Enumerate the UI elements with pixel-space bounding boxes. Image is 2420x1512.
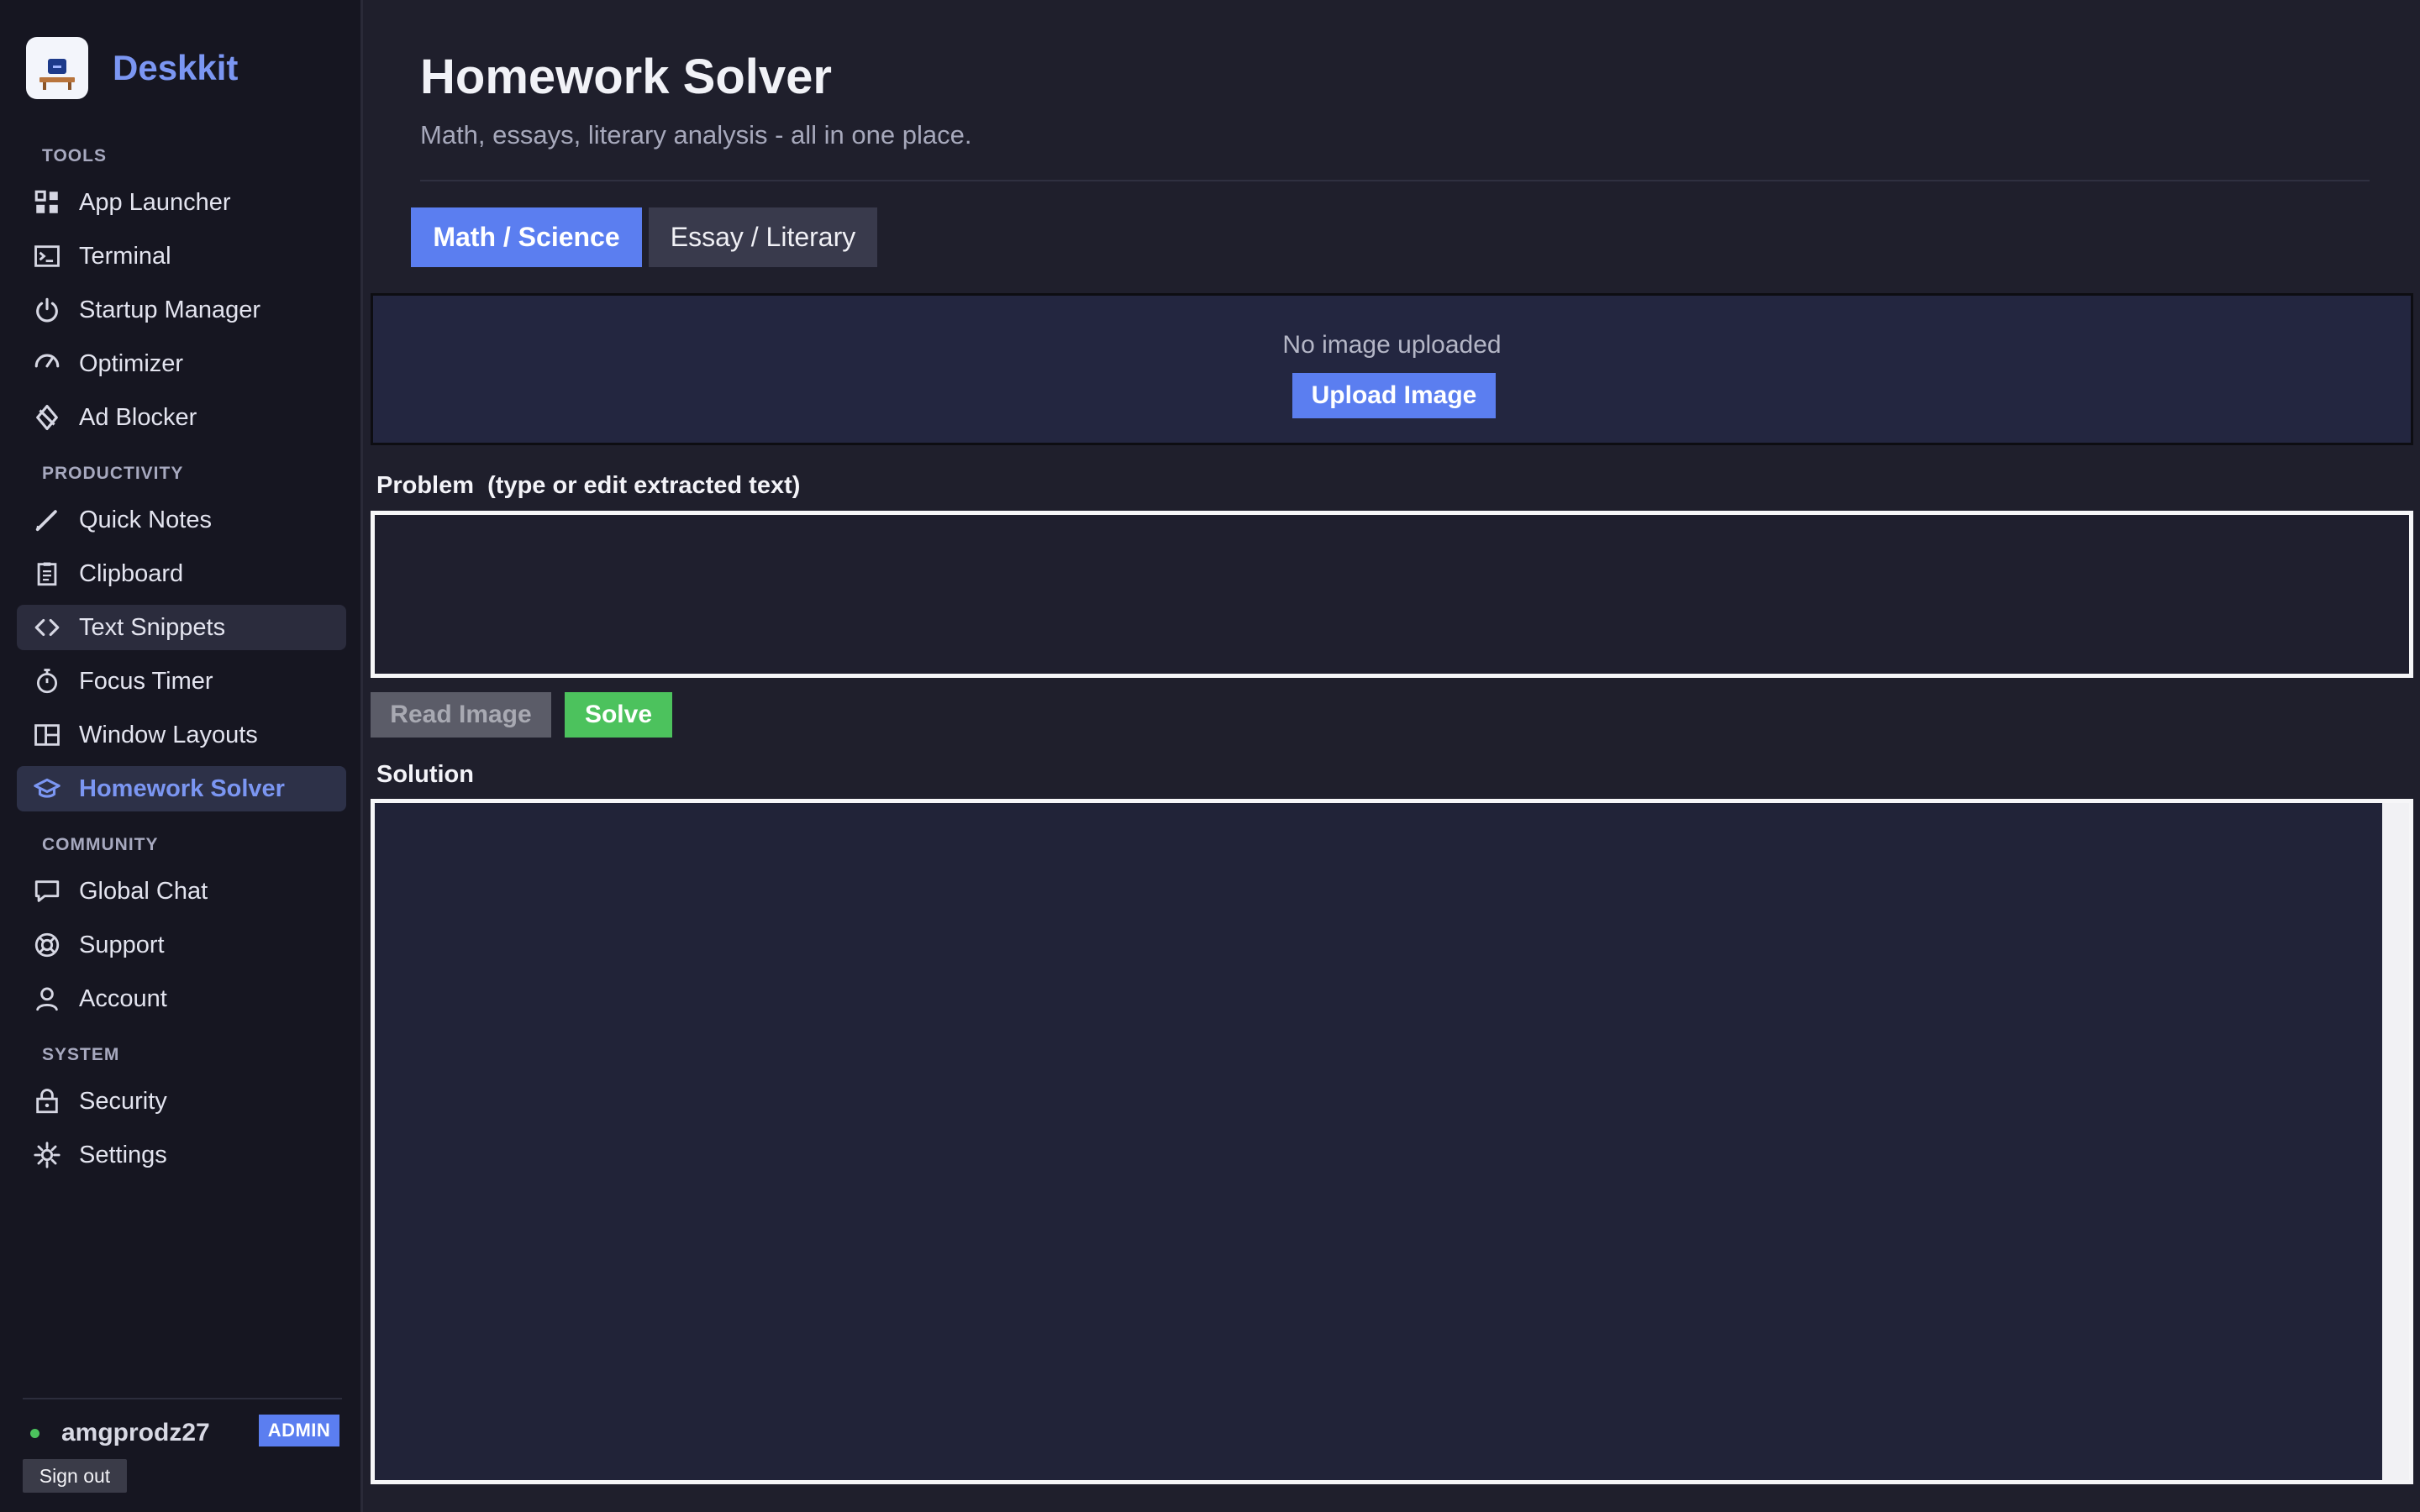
user-icon (32, 984, 62, 1014)
sidebar-item-focus-timer[interactable]: Focus Timer (17, 659, 346, 704)
upload-status-text: No image uploaded (1282, 331, 1502, 359)
page-title: Homework Solver (420, 50, 832, 104)
shield-block-icon (32, 402, 62, 433)
sidebar-item-label: Clipboard (79, 559, 184, 587)
sidebar-item-label: Quick Notes (79, 506, 212, 533)
role-badge: ADMIN (259, 1415, 339, 1446)
sidebar-item-window-layouts[interactable]: Window Layouts (17, 712, 346, 758)
sidebar-item-security[interactable]: Security (17, 1079, 346, 1124)
gauge-icon (32, 349, 62, 379)
sidebar-item-label: Ad Blocker (79, 403, 197, 431)
sidebar-item-terminal[interactable]: Terminal (17, 234, 346, 279)
power-icon (32, 295, 62, 325)
gear-icon (32, 1140, 62, 1170)
read-image-button[interactable]: Read Image (371, 692, 551, 738)
page-subtitle: Math, essays, literary analysis - all in… (420, 120, 972, 150)
sidebar-item-settings[interactable]: Settings (17, 1132, 346, 1178)
stopwatch-icon (32, 666, 62, 696)
sidebar-item-text-snippets[interactable]: Text Snippets (17, 605, 346, 650)
lock-icon (32, 1086, 62, 1116)
section-label-tools: TOOLS (42, 146, 107, 165)
sidebar-item-label: Terminal (79, 242, 171, 270)
username: amgprodz27 (61, 1419, 210, 1446)
problem-label: Problem (type or edit extracted text) (376, 472, 801, 499)
terminal-icon (32, 241, 62, 271)
sidebar-item-label: Security (79, 1087, 167, 1115)
sidebar-item-quick-notes[interactable]: Quick Notes (17, 497, 346, 543)
header-divider (420, 180, 2370, 181)
sidebar-item-ad-blocker[interactable]: Ad Blocker (17, 395, 346, 440)
sidebar-item-label: App Launcher (79, 188, 231, 216)
sidebar-item-homework-solver[interactable]: Homework Solver (17, 766, 346, 811)
tab-essay-literary[interactable]: Essay / Literary (649, 207, 877, 267)
sidebar-item-label: Account (79, 984, 167, 1012)
code-icon (32, 612, 62, 643)
sidebar-item-label: Global Chat (79, 877, 208, 905)
sidebar-item-startup-manager[interactable]: Startup Manager (17, 287, 346, 333)
solution-label: Solution (376, 761, 474, 788)
sidebar-item-app-launcher[interactable]: App Launcher (17, 180, 346, 225)
sidebar-item-global-chat[interactable]: Global Chat (17, 869, 346, 914)
sidebar-item-label: Window Layouts (79, 721, 258, 748)
online-status-dot (30, 1428, 39, 1438)
deskkit-logo-icon (26, 37, 88, 99)
user-info: amgprodz27 (30, 1416, 210, 1450)
solution-output (371, 799, 2413, 1484)
brand[interactable]: Deskkit (26, 37, 238, 99)
solve-button[interactable]: Solve (565, 692, 672, 738)
sidebar-item-label: Focus Timer (79, 667, 213, 695)
lifebuoy-icon (32, 930, 62, 960)
tab-math-science[interactable]: Math / Science (411, 207, 642, 267)
problem-input[interactable] (375, 515, 2409, 674)
problem-input-container (371, 511, 2413, 678)
sidebar-item-label: Settings (79, 1141, 167, 1168)
sidebar-item-label: Startup Manager (79, 296, 261, 323)
sidebar-item-label: Text Snippets (79, 613, 226, 641)
sidebar: Deskkit TOOLS App Launcher Terminal Star… (0, 0, 363, 1512)
sidebar-item-label: Homework Solver (79, 774, 285, 802)
sidebar-item-account[interactable]: Account (17, 976, 346, 1021)
grid-icon (32, 187, 62, 218)
sign-out-button[interactable]: Sign out (23, 1459, 127, 1493)
solution-scrollbar[interactable] (2382, 803, 2409, 1480)
sidebar-item-label: Support (79, 931, 165, 958)
pencil-icon (32, 505, 62, 535)
sidebar-item-clipboard[interactable]: Clipboard (17, 551, 346, 596)
image-upload-panel: No image uploaded Upload Image (371, 293, 2413, 445)
sidebar-item-optimizer[interactable]: Optimizer (17, 341, 346, 386)
section-label-productivity: PRODUCTIVITY (42, 464, 184, 483)
chat-icon (32, 876, 62, 906)
clipboard-icon (32, 559, 62, 589)
solution-content (375, 803, 2382, 1480)
section-label-system: SYSTEM (42, 1045, 120, 1064)
sidebar-item-support[interactable]: Support (17, 922, 346, 968)
sidebar-divider (23, 1398, 342, 1399)
layout-icon (32, 720, 62, 750)
upload-image-button[interactable]: Upload Image (1292, 373, 1496, 418)
section-label-community: COMMUNITY (42, 835, 159, 854)
brand-name: Deskkit (113, 48, 239, 87)
graduation-cap-icon (32, 774, 62, 804)
sidebar-item-label: Optimizer (79, 349, 184, 377)
